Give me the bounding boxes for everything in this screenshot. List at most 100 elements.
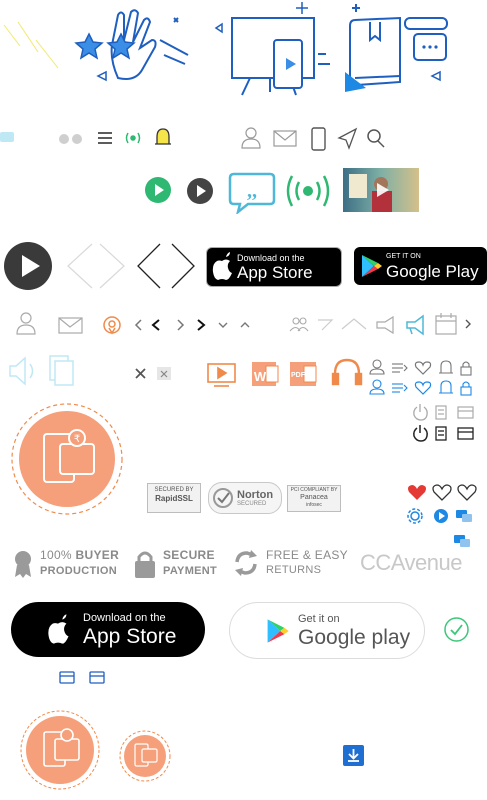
secure-line2: PAYMENT <box>163 565 218 577</box>
lock-icon[interactable] <box>460 361 472 376</box>
menu-icon[interactable] <box>98 132 112 144</box>
bell-icon[interactable] <box>155 128 171 145</box>
carousel-arrows-light <box>67 243 125 289</box>
returns-line2: RETURNS <box>266 564 322 576</box>
search-icon[interactable] <box>367 129 385 148</box>
heart-outline-icon[interactable] <box>414 361 432 375</box>
carousel-arrows-dark <box>137 243 195 289</box>
video-player-icon[interactable] <box>207 363 236 387</box>
wallet-badge-small <box>119 730 171 782</box>
pci-top-text: PCI COMPLIANT BY <box>290 487 338 493</box>
lock-icon[interactable] <box>460 381 472 396</box>
wallet-badge-large: ₹ <box>11 403 123 515</box>
mobile-icon[interactable] <box>311 127 326 151</box>
heart-outline-icon[interactable] <box>457 484 477 501</box>
sparkle-icon <box>296 2 308 14</box>
megaphone-icon[interactable] <box>376 315 394 335</box>
chevron-left-icon[interactable] <box>134 319 142 331</box>
chat-bubbles-icon[interactable] <box>454 535 470 547</box>
power-icon[interactable] <box>413 404 428 421</box>
headphones-icon[interactable] <box>331 358 363 386</box>
power-icon[interactable] <box>413 425 428 442</box>
norton-sub-text: SECURED <box>237 500 267 507</box>
mail-icon[interactable] <box>58 317 83 334</box>
chevron-right-icon[interactable] <box>177 319 185 331</box>
chevron-down-icon[interactable] <box>218 322 228 328</box>
rapidssl-top-text: SECURED BY <box>154 487 194 493</box>
play-green-button[interactable] <box>145 177 171 203</box>
card-icon[interactable] <box>457 406 474 419</box>
close-icon[interactable] <box>135 368 146 379</box>
chevron-right-icon[interactable] <box>99 243 125 289</box>
check-circle-icon <box>213 488 233 508</box>
megaphone-icon[interactable] <box>406 314 424 336</box>
users-icon[interactable] <box>289 317 309 332</box>
list-arrow-icon[interactable] <box>392 363 408 373</box>
user-icon[interactable] <box>241 127 261 149</box>
user-icon[interactable] <box>16 312 36 335</box>
app-store-badge-small[interactable]: Download on the App Store <box>206 247 342 287</box>
play-large-button[interactable] <box>4 242 52 290</box>
rapidssl-badge: SECURED BY RapidSSL <box>147 483 201 513</box>
play-dark-button[interactable] <box>187 178 213 204</box>
pdf-file-icon[interactable] <box>49 355 74 386</box>
chat-bubbles-icon[interactable] <box>456 510 472 522</box>
pdf-doc-label: PDF <box>291 372 306 379</box>
google-play-main-text: Google Play <box>386 261 479 281</box>
hearts-row <box>407 484 477 547</box>
bell-outline-icon[interactable] <box>439 380 453 394</box>
chevron-left-icon[interactable] <box>137 243 161 289</box>
user-icon[interactable] <box>369 379 385 395</box>
list-arrow-icon[interactable] <box>392 383 408 393</box>
chevron-right-icon[interactable] <box>171 243 195 289</box>
speaker-icon[interactable] <box>9 356 34 386</box>
mail-icon[interactable] <box>273 130 297 147</box>
quote-icon <box>59 134 82 144</box>
norton-main-text: Norton <box>237 488 274 501</box>
card-icon[interactable] <box>89 671 105 684</box>
google-play-badge-large[interactable]: Get it on Google play <box>229 602 425 659</box>
presentation-illustration <box>214 17 330 96</box>
chevron-right-icon[interactable] <box>197 319 206 331</box>
heart-filled-icon[interactable] <box>408 485 426 500</box>
chevron-left-icon[interactable] <box>67 243 93 289</box>
chevron-left-icon[interactable] <box>151 319 160 331</box>
rapidssl-main-text: RapidSSL <box>155 494 193 503</box>
card-icon[interactable] <box>59 671 75 684</box>
heart-outline-icon[interactable] <box>432 484 452 501</box>
rupee-symbol: ₹ <box>74 434 80 445</box>
video-thumbnail[interactable] <box>343 168 419 212</box>
pci-badge: PCI COMPLIANT BY Panacea infosec <box>287 485 341 512</box>
calendar-icon[interactable] <box>435 313 457 335</box>
user-icon[interactable] <box>369 359 385 375</box>
send-icon[interactable] <box>337 127 358 150</box>
chevron-up-wide-icon[interactable] <box>341 318 367 330</box>
bell-outline-icon[interactable] <box>439 360 453 374</box>
document-icon[interactable] <box>435 426 447 441</box>
pci-sub-text: infosec <box>306 502 322 508</box>
heart-outline-icon[interactable] <box>414 381 432 395</box>
apple-icon <box>48 613 69 644</box>
app-store-top-text: Download on the <box>83 611 166 624</box>
chevron-up-icon[interactable] <box>240 322 250 328</box>
card-icon[interactable] <box>457 427 474 440</box>
document-icon[interactable] <box>435 405 447 420</box>
app-store-badge-large[interactable]: Download on the App Store <box>11 602 205 657</box>
small-icons-row <box>0 127 385 151</box>
buyer-line2: PRODUCTION <box>40 565 117 577</box>
check-circle-icon[interactable] <box>443 616 470 643</box>
chevron-right-icon[interactable] <box>465 319 471 329</box>
app-store-main-text: App Store <box>83 624 177 648</box>
google-play-icon <box>362 255 382 277</box>
card-icons-row <box>59 671 105 684</box>
google-play-badge-small[interactable]: GET IT ON Google Play <box>354 247 487 285</box>
podcast-icon[interactable] <box>103 316 121 335</box>
video-camera-icon[interactable] <box>0 132 14 142</box>
download-button[interactable] <box>343 745 364 766</box>
buyer-bold: BUYER <box>75 548 120 562</box>
settings-icon[interactable] <box>407 508 423 524</box>
broadcast-green-icon <box>286 175 330 207</box>
triangle-decor-icon <box>430 70 441 82</box>
line-icons-row <box>16 312 471 336</box>
pci-main-text: Panacea <box>300 494 328 501</box>
